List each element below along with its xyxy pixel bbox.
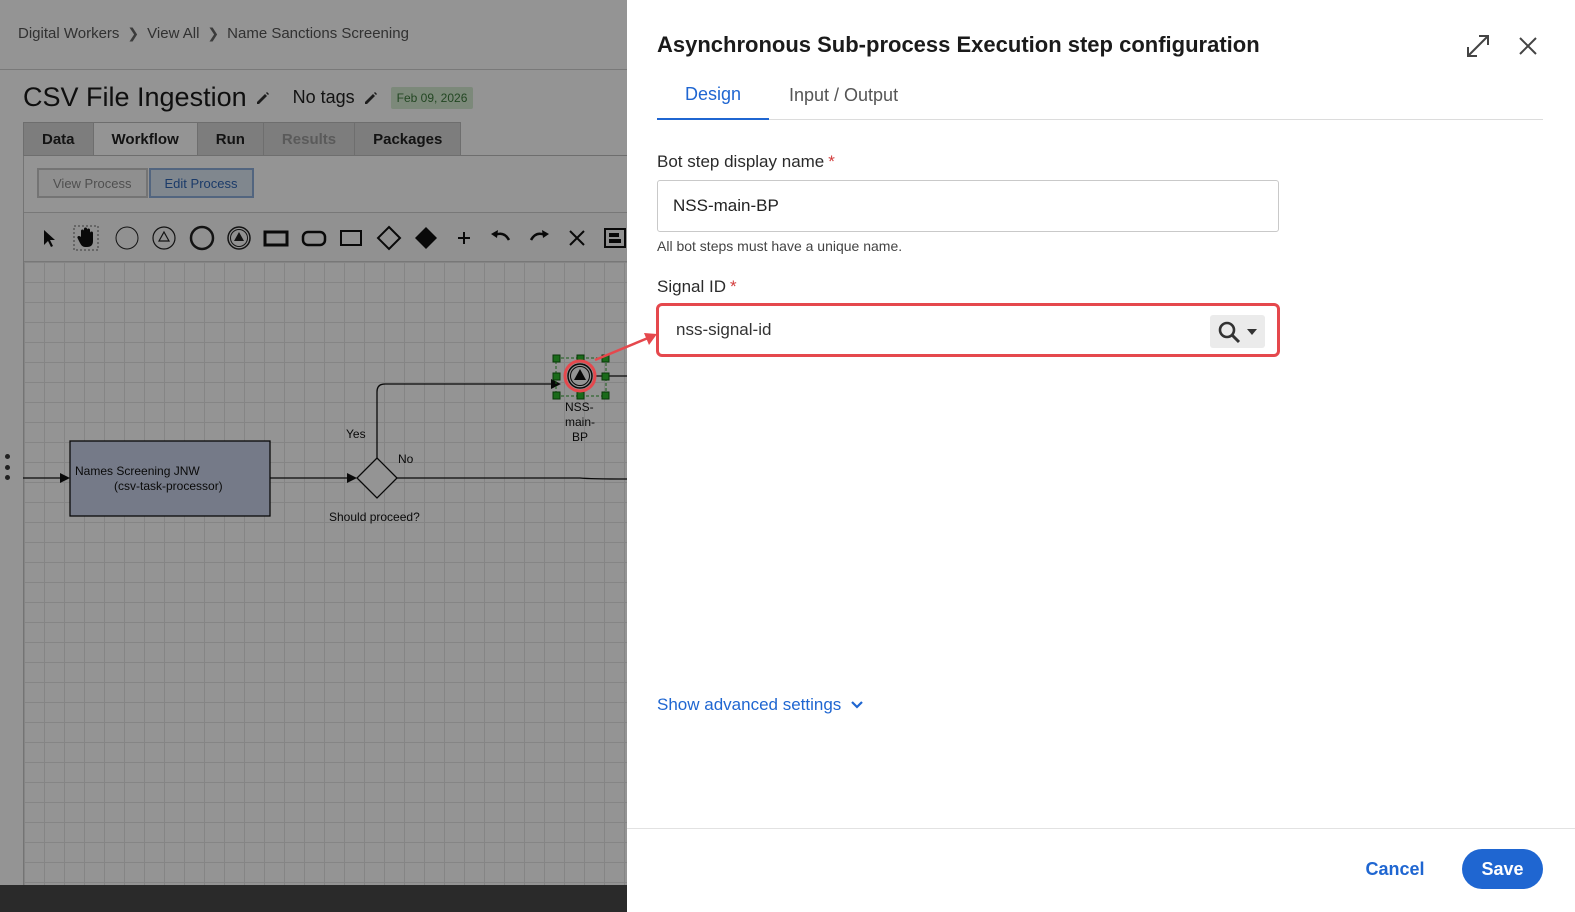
caret-down-icon xyxy=(1247,328,1257,335)
search-icon xyxy=(1218,321,1241,343)
modal-backdrop[interactable] xyxy=(0,0,627,912)
expand-icon[interactable] xyxy=(1464,32,1492,60)
close-icon[interactable] xyxy=(1514,32,1542,60)
footer-divider xyxy=(627,828,1575,829)
tab-design[interactable]: Design xyxy=(657,70,769,120)
advanced-label: Show advanced settings xyxy=(657,695,842,714)
signal-id-label: Signal ID * xyxy=(657,277,737,297)
signal-id-value: nss-signal-id xyxy=(676,320,772,339)
signal-lookup-button[interactable] xyxy=(1210,315,1265,348)
save-button[interactable]: Save xyxy=(1462,849,1543,889)
signal-id-label-text: Signal ID xyxy=(657,277,726,296)
display-name-value: NSS-main-BP xyxy=(673,196,779,215)
panel-tabs: Design Input / Output xyxy=(657,70,1543,120)
chevron-down-icon xyxy=(851,701,864,709)
cancel-button[interactable]: Cancel xyxy=(1349,849,1441,889)
display-name-hint: All bot steps must have a unique name. xyxy=(657,238,903,254)
display-name-label-text: Bot step display name xyxy=(657,152,825,171)
bottom-bar xyxy=(0,885,627,912)
process-editor-background: Digital Workers ❯ View All ❯ Name Sancti… xyxy=(0,0,627,912)
show-advanced-settings-link[interactable]: Show advanced settings xyxy=(657,695,864,715)
drag-handle-icon[interactable] xyxy=(5,454,11,480)
step-config-panel: Asynchronous Sub-process Execution step … xyxy=(627,0,1575,912)
panel-title: Asynchronous Sub-process Execution step … xyxy=(657,32,1260,57)
signal-id-input[interactable]: nss-signal-id xyxy=(662,309,1274,351)
tab-input-output[interactable]: Input / Output xyxy=(789,70,898,120)
display-name-input[interactable]: NSS-main-BP xyxy=(657,180,1279,232)
required-asterisk: * xyxy=(828,152,835,171)
signal-id-highlight: nss-signal-id xyxy=(656,303,1280,357)
required-asterisk: * xyxy=(729,277,737,296)
display-name-label: Bot step display name * xyxy=(657,152,835,172)
